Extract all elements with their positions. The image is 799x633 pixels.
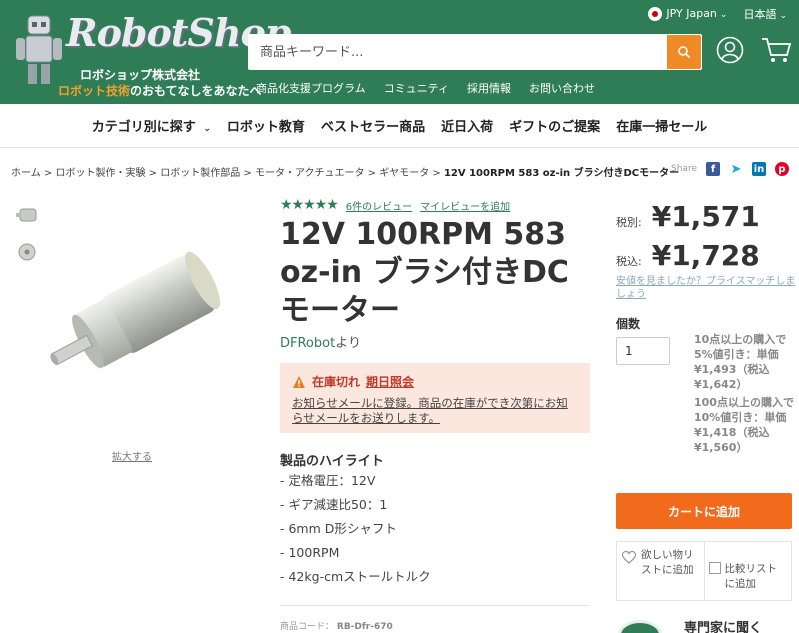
share-bar: Share f ➤ in p (671, 162, 789, 177)
highlights-heading: 製品のハイライト (280, 454, 384, 469)
breadcrumb-robot-making[interactable]: ロボット製作・実験 (55, 168, 145, 179)
stock-status: 在庫切れ (312, 375, 361, 389)
breadcrumb-current: 12V 100RPM 583 oz-in ブラシ付きDCモーター (443, 168, 680, 179)
cart-icon[interactable] (760, 36, 792, 64)
stock-eta-link[interactable]: 期日照会 (366, 373, 414, 390)
nav-clearance-sale[interactable]: 在庫一掃セール (616, 116, 707, 135)
brand-suffix: より (335, 336, 361, 351)
chevron-down-icon: ⌄ (779, 11, 787, 21)
volume-discount-100: 100点以上の購入で10%値引き：単価¥1,418（税込¥1,560） (694, 396, 794, 454)
price-tax-included: 税込: ¥1,728 (616, 239, 760, 272)
search-button[interactable] (667, 35, 701, 69)
brand-link[interactable]: DFRobot (280, 336, 335, 351)
wishlist-button[interactable]: 欲しい物リストに追加 (617, 542, 704, 600)
tax-incl-label: 税込: (616, 255, 642, 268)
brand-line: DFRobotより (280, 332, 361, 351)
logo-tagline: ロボット技術のおもてなしをあなたへ (58, 82, 262, 99)
product-image-motor[interactable] (24, 248, 234, 398)
stock-alert: 在庫切れ 期日照会 お知らせメールに登録。商品の在庫ができ次第にお知らせメールを… (280, 363, 590, 433)
heart-icon (621, 550, 637, 564)
share-label: Share (671, 164, 697, 174)
add-to-cart-button[interactable]: カートに追加 (616, 493, 792, 529)
quantity-label: 個数 (616, 317, 641, 331)
linkedin-icon[interactable]: in (752, 162, 766, 176)
nav-gift-ideas[interactable]: ギフトのご提案 (509, 116, 600, 135)
currency-label: JPY Japan (666, 7, 717, 20)
header-sublinks: 商品化支援プログラム コミュニティ 採用情報 お問い合わせ (256, 80, 595, 96)
facebook-icon[interactable]: f (706, 162, 720, 176)
category-nav: カテゴリ別に探す ⌄ ロボット教育 ベストセラー商品 近日入荷 ギフトのご提案 … (0, 104, 799, 148)
search-icon (678, 46, 691, 59)
price-tax-excluded: 税別: ¥1,571 (616, 200, 760, 233)
wishlist-label: 欲しい物リストに追加 (641, 549, 694, 576)
tax-excl-price: ¥1,571 (651, 200, 760, 233)
sublink-contact[interactable]: お問い合わせ (529, 80, 595, 96)
notify-me-link[interactable]: お知らせメールに登録。商品の在庫ができ次第にお知らせメールをお送りします。 (292, 396, 578, 426)
highlight-rpm: 100RPM (280, 544, 431, 568)
logo-tagline-accent: ロボット技術 (58, 84, 131, 98)
highlight-shaft: 6mm D形シャフト (280, 520, 431, 544)
thumbnail-motor-side[interactable] (14, 203, 40, 227)
expert-avatar-icon (618, 620, 662, 633)
tax-excl-label: 税別: (616, 216, 642, 229)
language-selector[interactable]: 日本語 ⌄ (743, 6, 787, 22)
sublink-community[interactable]: コミュニティ (384, 80, 449, 96)
chevron-down-icon: ⌄ (203, 124, 211, 134)
star-rating-icon: ★★★★★ (280, 197, 339, 213)
nav-browse-label: カテゴリ別に探す (91, 120, 196, 135)
japan-flag-icon (648, 7, 663, 21)
twitter-icon[interactable]: ➤ (729, 162, 743, 177)
price-match-link[interactable]: 安値を見ましたか？プライスマッチしましょう (616, 275, 796, 301)
breadcrumb-motors-actuators[interactable]: モータ・アクチュエータ (255, 168, 365, 179)
reviews-link[interactable]: 6件のレビュー (346, 198, 412, 213)
compare-checkbox[interactable] (708, 562, 721, 574)
breadcrumb-gear-motors[interactable]: ギヤモータ (379, 168, 429, 179)
highlight-gear-ratio: ギア減速比50：1 (280, 496, 431, 520)
robotshop-logo[interactable]: RobotShop ロボショップ株式会社 ロボット技術のおもてなしをあなたへ (10, 6, 291, 98)
breadcrumb-home[interactable]: ホーム (11, 168, 41, 179)
quantity-input[interactable] (616, 337, 670, 365)
divider (280, 605, 590, 606)
account-icon[interactable] (716, 36, 744, 64)
chevron-down-icon: ⌄ (719, 10, 728, 20)
highlight-stall-torque: 42kg-cmストールトルク (280, 568, 430, 592)
volume-discount-10: 10点以上の購入で5%値引き：単価¥1,493（税込¥1,642） (694, 333, 787, 391)
highlight-voltage: 定格電圧：12V (280, 472, 431, 496)
ask-expert-heading[interactable]: 専門家に聞く (684, 617, 762, 633)
rating-row: ★★★★★ 6件のレビュー マイレビューを追加 (280, 197, 510, 213)
nav-robot-education[interactable]: ロボット教育 (227, 116, 305, 135)
secondary-actions: 欲しい物リストに追加 比較リストに追加 (616, 541, 792, 601)
breadcrumb: ホーム > ロボット製作・実験 > ロボット製作部品 > モータ・アクチュエータ… (11, 168, 680, 179)
add-review-link[interactable]: マイレビューを追加 (420, 198, 510, 213)
sublink-commercialization[interactable]: 商品化支援プログラム (256, 80, 366, 96)
nav-browse-categories[interactable]: カテゴリ別に探す ⌄ (92, 116, 211, 135)
breadcrumb-robot-parts[interactable]: ロボット製作部品 (160, 168, 240, 179)
sku-line: 商品コード： RB-Dfr-670 (280, 619, 393, 632)
search-input[interactable] (248, 34, 667, 70)
locale-bar: JPY Japan ⌄ 日本語 ⌄ (648, 6, 787, 22)
site-header: RobotShop ロボショップ株式会社 ロボット技術のおもてなしをあなたへ J… (0, 0, 799, 104)
tax-incl-price: ¥1,728 (651, 239, 760, 272)
sku-value: RB-Dfr-670 (336, 622, 393, 632)
nav-coming-soon[interactable]: 近日入荷 (441, 116, 493, 135)
currency-selector[interactable]: JPY Japan ⌄ (648, 7, 727, 21)
highlights-list: 定格電圧：12V ギア減速比50：1 6mm D形シャフト 100RPM 42k… (280, 472, 431, 592)
pinterest-icon[interactable]: p (775, 162, 789, 176)
search-bar (248, 34, 702, 70)
language-label: 日本語 (743, 8, 777, 21)
nav-bestsellers[interactable]: ベストセラー商品 (321, 116, 425, 135)
sublink-careers[interactable]: 採用情報 (467, 80, 511, 96)
robot-mascot-icon (16, 15, 62, 84)
compare-label: 比較リストに追加 (724, 563, 778, 590)
logo-company-name: ロボショップ株式会社 (80, 68, 201, 82)
compare-button[interactable]: 比較リストに追加 (703, 542, 792, 600)
zoom-link[interactable]: 拡大する (112, 448, 152, 463)
sku-label: 商品コード： (280, 622, 335, 632)
logo-tagline-rest: のおもてなしをあなたへ (130, 84, 262, 98)
product-title: 12V 100RPM 583 oz-in ブラシ付きDCモーター (280, 217, 569, 328)
warning-icon (293, 375, 305, 388)
